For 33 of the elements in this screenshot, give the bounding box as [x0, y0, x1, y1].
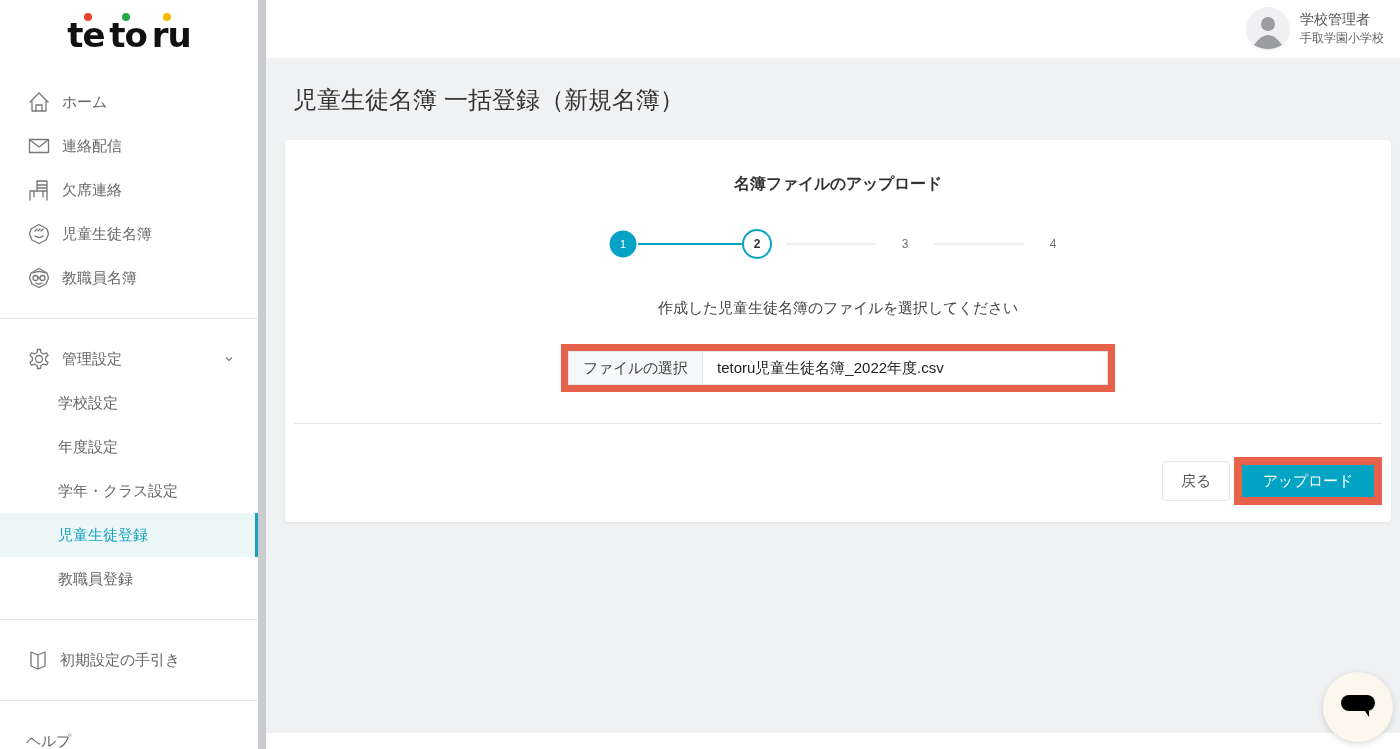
back-button[interactable]: 戻る: [1162, 461, 1230, 501]
step-indicator: 1: [609, 230, 637, 258]
user-name: 学校管理者: [1300, 11, 1371, 29]
logo[interactable]: te to ru: [67, 20, 191, 50]
school-name: 手取学園小学校: [1300, 30, 1384, 47]
step-indicator: 3: [900, 236, 910, 253]
nav-item[interactable]: ホーム: [0, 80, 258, 124]
help-link[interactable]: ヘルプ: [0, 719, 258, 749]
nav-subitem[interactable]: 学年・クラス設定: [0, 469, 258, 513]
guide-link[interactable]: 初期設定の手引き: [0, 638, 258, 682]
nav-item[interactable]: 連絡配信: [0, 124, 258, 168]
book-icon: [28, 649, 48, 671]
home-icon: [28, 91, 50, 113]
card-title: 名簿ファイルのアップロード: [734, 174, 942, 194]
chair-icon: [28, 179, 50, 201]
nav-item[interactable]: 欠席連絡: [0, 168, 258, 212]
nav-item[interactable]: 児童生徒名簿: [0, 212, 258, 256]
face-with-glasses-icon: [28, 267, 50, 289]
file-input-field[interactable]: ファイルの選択 tetoru児童生徒名簿_2022年度.csv: [568, 351, 1108, 385]
step-indicator: 2: [742, 229, 772, 259]
nav-group-header[interactable]: 管理設定: [0, 337, 258, 381]
nav-subitem[interactable]: 教職員登録: [0, 557, 258, 601]
page-title: 児童生徒名簿 一括登録（新規名簿）: [293, 85, 685, 115]
chat-button[interactable]: [1323, 672, 1393, 742]
nav-subitem[interactable]: 年度設定: [0, 425, 258, 469]
chevron-down-icon: [224, 354, 234, 364]
gear-icon: [28, 348, 50, 370]
nav-subitem[interactable]: 学校設定: [0, 381, 258, 425]
nav-item[interactable]: 教職員名簿: [0, 256, 258, 300]
smiling-face-icon: [28, 223, 50, 245]
instruction-text: 作成した児童生徒名簿のファイルを選択してください: [658, 299, 1018, 318]
avatar-icon: [1246, 7, 1290, 51]
step-indicator: 4: [1048, 236, 1058, 253]
